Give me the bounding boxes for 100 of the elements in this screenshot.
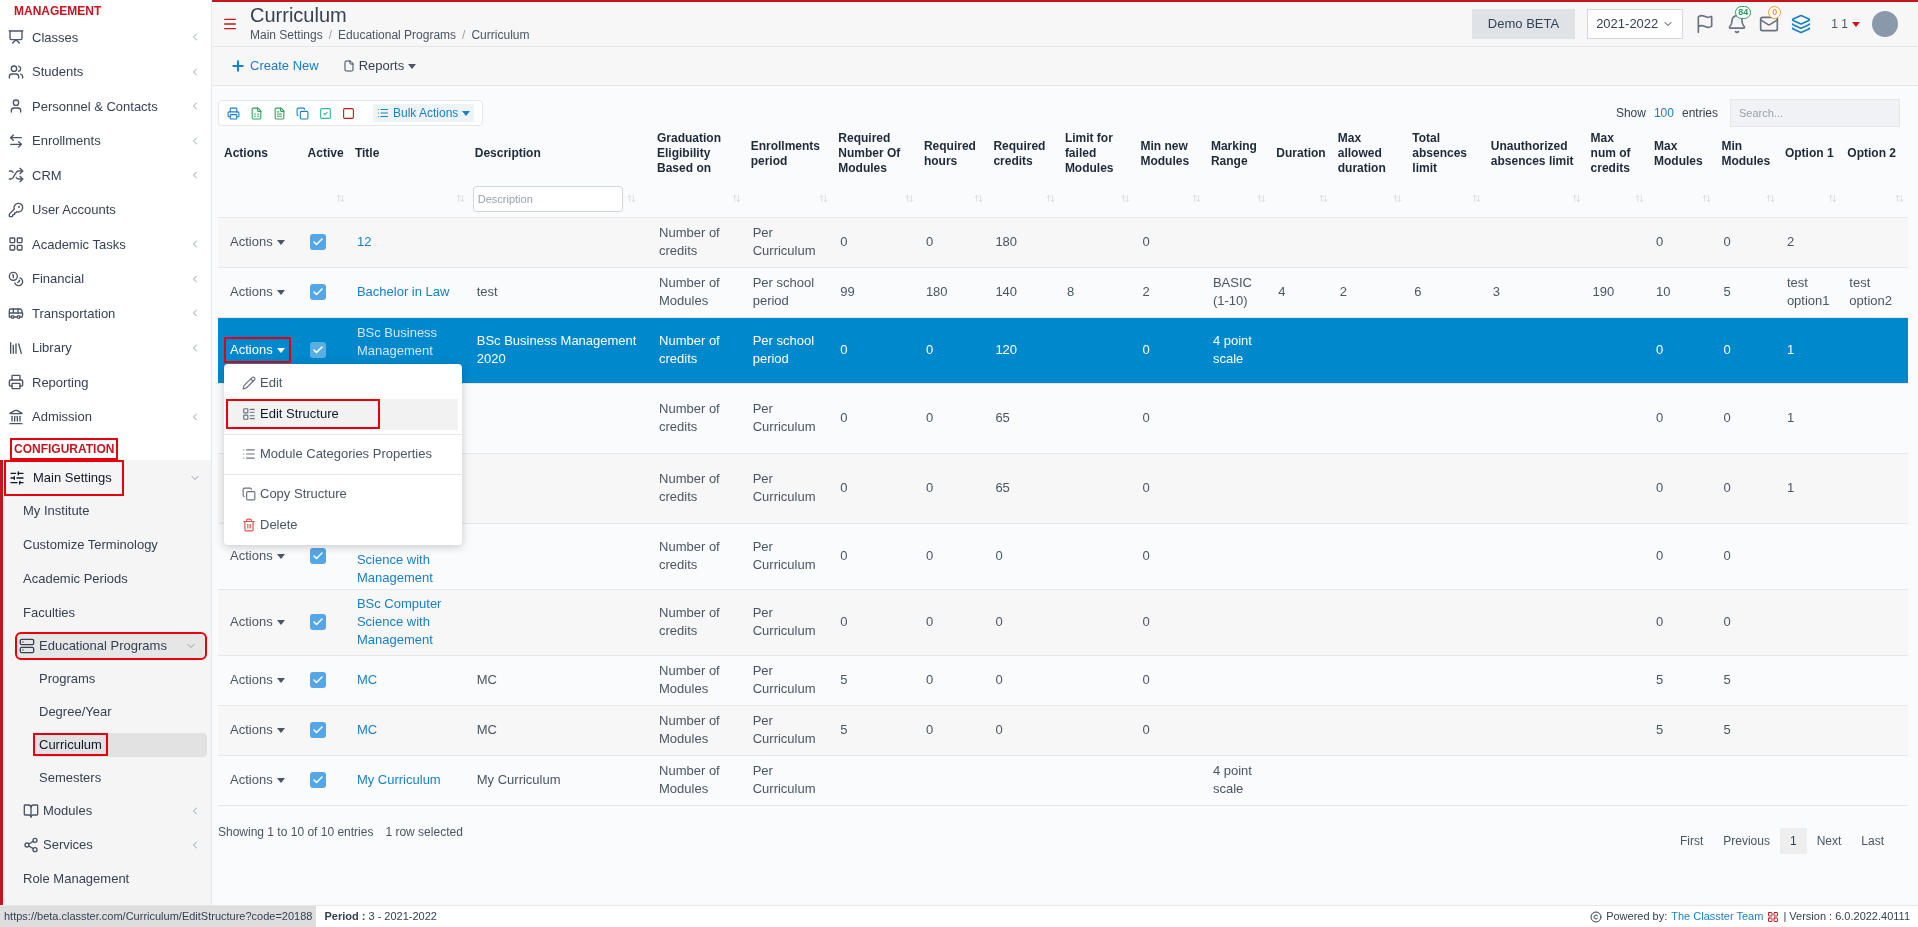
column-header[interactable]: Title [354,146,463,161]
actions-dropdown[interactable]: Actions [226,669,289,691]
user-menu[interactable]: 1 1 [1831,15,1860,33]
column-header[interactable]: Limit for failed Modules [1064,131,1129,176]
sidebar-item[interactable]: Faculties [3,596,211,630]
sort-icon[interactable] [1318,194,1328,204]
sidebar-item[interactable]: Personnel & Contacts [0,89,211,124]
flag-icon[interactable] [1695,14,1716,34]
title-link[interactable]: Bachelor in Law [356,283,461,301]
title-link[interactable]: My Curriculum [356,771,461,789]
sidebar-item[interactable]: User Accounts [0,192,211,227]
bulk-actions-button[interactable]: Bulk Actions [373,104,475,122]
column-header[interactable]: Total absences limit [1412,131,1479,176]
environment-button[interactable]: Demo BETA [1471,9,1576,39]
sort-icon[interactable] [455,194,465,204]
column-header[interactable]: Required hours [923,138,982,169]
sort-icon[interactable] [1571,194,1581,204]
sort-icon[interactable] [335,194,345,204]
sort-icon[interactable] [819,194,829,204]
page-size-select[interactable]: 100 [1653,104,1674,122]
title-link[interactable]: MC [356,721,461,739]
column-header[interactable]: Min new Modules [1140,138,1199,169]
column-header[interactable]: Required Number Of Modules [838,131,912,176]
menu-item[interactable]: Copy Structure [228,481,361,507]
column-header[interactable]: Option 2 [1847,146,1902,161]
pagination-button[interactable]: First [1669,827,1714,854]
column-header[interactable]: Active [307,146,343,161]
csv-icon[interactable] [273,106,286,120]
layers-icon[interactable] [1791,14,1812,34]
table-row[interactable]: Actions MC MC Number of Modules Per Curriculum 5 0 0 0 5 5 [218,655,1908,705]
pagination-button[interactable]: Next [1806,827,1852,854]
sidebar-item[interactable]: Services [3,828,211,862]
pagination-button[interactable]: Last [1851,827,1894,854]
sidebar-subitem[interactable]: Semesters [33,765,207,790]
sort-icon[interactable] [1257,194,1267,204]
breadcrumb-item[interactable]: Educational Programs [338,26,457,44]
sidebar-item[interactable]: Educational Programs [17,634,205,658]
active-checkbox[interactable] [309,234,326,250]
sort-icon[interactable] [904,194,914,204]
sidebar-item[interactable]: Library [0,330,211,365]
sidebar-item[interactable]: My Institute [3,494,211,528]
sort-icon[interactable] [1191,194,1201,204]
column-header[interactable]: Duration [1276,146,1326,161]
table-row[interactable]: Actions Bachelor in Law test Number of Modules Per school period 99 180 140 8 2 BASIC (1-10) 4 2 6 3 190 10 5 test option1 test option2 [218,267,1908,317]
sort-icon[interactable] [1702,194,1712,204]
sort-icon[interactable] [626,194,636,204]
actions-dropdown[interactable]: Actions [226,719,289,741]
sidebar-subitem[interactable]: Programs [33,666,207,691]
sort-icon[interactable] [1895,194,1904,204]
column-header[interactable]: Max allowed duration [1337,131,1401,176]
actions-dropdown[interactable]: Actions [226,769,289,791]
table-row[interactable]: Actions My Curriculum My Curriculum Number of Modules Per Curriculum 4 point scale [218,755,1908,805]
column-header[interactable]: Marking Range [1210,138,1265,169]
active-checkbox[interactable] [309,284,326,300]
sidebar-item[interactable]: Enrollments [0,123,211,158]
sidebar-subitem[interactable]: Curriculum [33,732,207,757]
active-checkbox[interactable] [309,548,326,564]
sidebar-item[interactable]: Students [0,54,211,89]
sidebar-item[interactable]: CRM [0,158,211,193]
column-header[interactable]: Description [474,146,646,161]
year-select[interactable]: 2021-2022 [1587,9,1684,39]
title-link[interactable]: MC [356,671,461,689]
actions-dropdown[interactable]: Actions [226,611,289,633]
sidebar-item[interactable]: Reporting [0,365,211,400]
sidebar-item[interactable]: Academic Periods [3,562,211,596]
select-all-icon[interactable] [319,106,332,120]
title-link[interactable]: BSc Computer Science with Management [356,595,461,649]
menu-icon[interactable] [222,16,238,32]
excel-icon[interactable] [250,106,263,120]
sort-icon[interactable] [731,194,741,204]
sidebar-item[interactable]: Modules [3,794,211,828]
column-header[interactable]: Required credits [993,138,1053,169]
sidebar-item[interactable]: Financial [0,261,211,296]
column-header[interactable]: Unauthorized absences limit [1490,138,1579,169]
active-checkbox[interactable] [309,772,326,788]
title-link[interactable]: 12 [356,233,461,251]
actions-dropdown[interactable]: Actions [226,231,289,253]
sidebar-item[interactable]: Academic Tasks [0,227,211,262]
table-row[interactable]: Actions 12 Number of credits Per Curriculum 0 0 180 0 0 0 2 [218,217,1908,267]
sort-icon[interactable] [1121,194,1131,204]
actions-dropdown[interactable]: Actions [226,281,289,303]
sidebar-item[interactable]: Classes [0,20,211,55]
sidebar-item[interactable]: Role Management [3,862,211,896]
actions-dropdown[interactable]: Actions [226,339,289,361]
print-icon[interactable] [227,106,240,120]
sort-icon[interactable] [1828,194,1838,204]
create-new-button[interactable]: Create New [230,56,319,76]
avatar[interactable] [1872,11,1898,37]
mail-icon[interactable] [1759,14,1780,34]
sort-icon[interactable] [1393,194,1403,204]
column-header[interactable]: Actions [224,146,296,161]
column-header[interactable]: Option 1 [1784,146,1836,161]
active-checkbox[interactable] [309,342,326,358]
pagination-button[interactable]: 1 [1779,827,1807,854]
sort-icon[interactable] [1471,194,1481,204]
sort-icon[interactable] [1045,194,1055,204]
copy-icon[interactable] [296,106,309,120]
breadcrumb-item[interactable]: Main Settings [250,26,323,44]
column-header[interactable]: Max num of credits [1590,131,1642,176]
sort-icon[interactable] [1635,194,1644,204]
